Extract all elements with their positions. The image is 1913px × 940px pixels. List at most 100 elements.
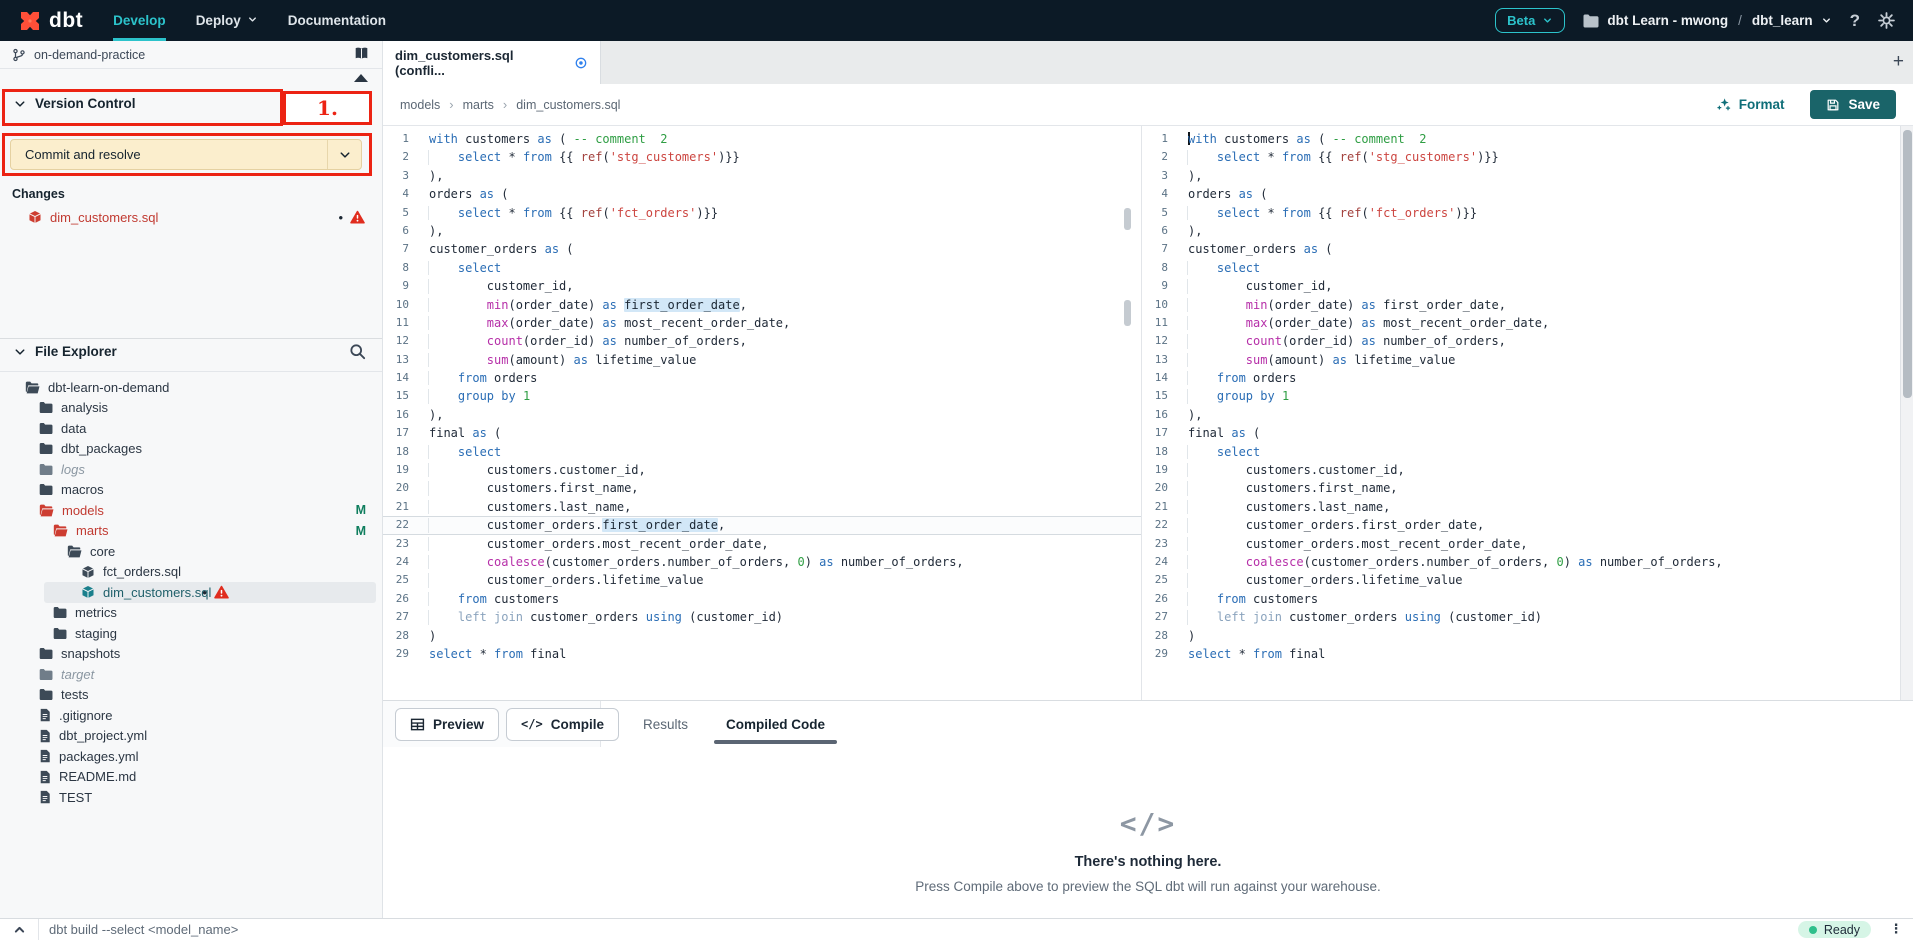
code-line-26[interactable]: 26 from customers [383, 590, 1141, 608]
code-line-29[interactable]: 29select * from final [383, 645, 1141, 663]
panel-tab-compiled-code[interactable]: Compiled Code [726, 701, 825, 747]
tree-item-macros[interactable]: macros [0, 480, 382, 501]
code-line-18[interactable]: 18 select [383, 443, 1141, 461]
tree-item-logs[interactable]: logs [0, 459, 382, 480]
code-line-1[interactable]: 1with customers as ( -- comment 2 [383, 130, 1141, 148]
code-line-4[interactable]: 4orders as ( [1142, 185, 1900, 203]
code-line-5[interactable]: 5 select * from {{ ref('fct_orders')}} [383, 204, 1141, 222]
nav-item-develop[interactable]: Develop [113, 0, 166, 41]
code-line-1[interactable]: 1with customers as ( -- comment 2 [1142, 130, 1900, 148]
code-line-2[interactable]: 2 select * from {{ ref('stg_customers')}… [1142, 148, 1900, 166]
code-line-11[interactable]: 11 max(order_date) as most_recent_order_… [383, 314, 1141, 332]
format-button[interactable]: Format [1716, 97, 1785, 112]
nav-item-documentation[interactable]: Documentation [288, 0, 386, 41]
code-line-12[interactable]: 12 count(order_id) as number_of_orders, [1142, 332, 1900, 350]
code-line-14[interactable]: 14 from orders [1142, 369, 1900, 387]
code-line-26[interactable]: 26 from customers [1142, 590, 1900, 608]
scrollbar-thumb[interactable] [1903, 130, 1912, 398]
search-icon[interactable] [349, 343, 366, 365]
tree-item-metrics[interactable]: metrics [0, 603, 382, 624]
expand-caret-icon[interactable] [0, 923, 38, 936]
code-line-28[interactable]: 28) [383, 627, 1141, 645]
code-line-21[interactable]: 21 customers.last_name, [1142, 498, 1900, 516]
branch-name[interactable]: on-demand-practice [34, 48, 145, 62]
code-line-7[interactable]: 7customer_orders as ( [383, 240, 1141, 258]
code-line-21[interactable]: 21 customers.last_name, [383, 498, 1141, 516]
code-line-13[interactable]: 13 sum(amount) as lifetime_value [1142, 351, 1900, 369]
save-button[interactable]: Save [1810, 90, 1896, 119]
changed-file-row[interactable]: dim_customers.sql• [0, 206, 382, 228]
code-line-27[interactable]: 27 left join customer_orders using (cust… [383, 608, 1141, 626]
settings-gear-icon[interactable] [1878, 12, 1895, 29]
command-input[interactable]: dbt build --select <model_name> [39, 922, 1798, 937]
code-line-24[interactable]: 24 coalesce(customer_orders.number_of_or… [383, 553, 1141, 571]
code-line-28[interactable]: 28) [1142, 627, 1900, 645]
tree-item-target[interactable]: target [0, 664, 382, 685]
breadcrumb-item[interactable]: dim_customers.sql [516, 98, 620, 112]
docs-book-icon[interactable] [353, 46, 370, 64]
editor-vertical-scrollbar[interactable] [1900, 126, 1913, 700]
tree-item-tests[interactable]: tests [0, 685, 382, 706]
code-line-24[interactable]: 24 coalesce(customer_orders.number_of_or… [1142, 553, 1900, 571]
help-icon[interactable]: ? [1850, 11, 1860, 31]
tree-item-analysis[interactable]: analysis [0, 398, 382, 419]
code-line-10[interactable]: 10 min(order_date) as first_order_date, [1142, 296, 1900, 314]
tree-item-dbt-project-yml[interactable]: dbt_project.yml [0, 726, 382, 747]
code-line-15[interactable]: 15 group by 1 [383, 387, 1141, 405]
code-line-20[interactable]: 20 customers.first_name, [383, 479, 1141, 497]
code-line-18[interactable]: 18 select [1142, 443, 1900, 461]
code-line-13[interactable]: 13 sum(amount) as lifetime_value [383, 351, 1141, 369]
code-line-29[interactable]: 29select * from final [1142, 645, 1900, 663]
tree-item-snapshots[interactable]: snapshots [0, 644, 382, 665]
code-line-20[interactable]: 20 customers.first_name, [1142, 479, 1900, 497]
code-line-6[interactable]: 6), [383, 222, 1141, 240]
tree-item-packages-yml[interactable]: packages.yml [0, 746, 382, 767]
code-line-3[interactable]: 3), [383, 167, 1141, 185]
tree-item-marts[interactable]: martsM [0, 521, 382, 542]
code-line-16[interactable]: 16), [1142, 406, 1900, 424]
code-pane-right[interactable]: 1with customers as ( -- comment 22 selec… [1141, 126, 1900, 700]
commit-and-resolve-button[interactable]: Commit and resolve [10, 139, 362, 170]
code-line-14[interactable]: 14 from orders [383, 369, 1141, 387]
code-line-6[interactable]: 6), [1142, 222, 1900, 240]
tree-item-test[interactable]: TEST [0, 787, 382, 808]
breadcrumb-item[interactable]: marts [463, 98, 494, 112]
code-line-23[interactable]: 23 customer_orders.most_recent_order_dat… [1142, 535, 1900, 553]
tree-item-data[interactable]: data [0, 418, 382, 439]
code-line-5[interactable]: 5 select * from {{ ref('fct_orders')}} [1142, 204, 1900, 222]
code-line-10[interactable]: 10 min(order_date) as first_order_date, [383, 296, 1141, 314]
code-line-19[interactable]: 19 customers.customer_id, [1142, 461, 1900, 479]
commit-dropdown-toggle[interactable] [327, 140, 361, 169]
code-line-15[interactable]: 15 group by 1 [1142, 387, 1900, 405]
code-line-17[interactable]: 17final as ( [383, 424, 1141, 442]
code-line-16[interactable]: 16), [383, 406, 1141, 424]
tree-item-readme-md[interactable]: README.md [0, 767, 382, 788]
code-line-8[interactable]: 8 select [1142, 259, 1900, 277]
tree-item-dbt-packages[interactable]: dbt_packages [0, 439, 382, 460]
code-line-11[interactable]: 11 max(order_date) as most_recent_order_… [1142, 314, 1900, 332]
tree-item-dbt-learn-on-demand[interactable]: dbt-learn-on-demand [0, 377, 382, 398]
code-line-27[interactable]: 27 left join customer_orders using (cust… [1142, 608, 1900, 626]
code-line-2[interactable]: 2 select * from {{ ref('stg_customers')}… [383, 148, 1141, 166]
preview-button[interactable]: Preview [395, 708, 499, 741]
kebab-menu-icon[interactable]: ⋮ [1885, 922, 1907, 937]
code-line-3[interactable]: 3), [1142, 167, 1900, 185]
beta-dropdown[interactable]: Beta [1495, 8, 1565, 33]
code-line-19[interactable]: 19 customers.customer_id, [383, 461, 1141, 479]
code-line-8[interactable]: 8 select [383, 259, 1141, 277]
breadcrumb-item[interactable]: models [400, 98, 440, 112]
code-line-22[interactable]: 22 customer_orders.first_order_date, [383, 516, 1141, 534]
dbt-logo[interactable]: dbt [18, 9, 83, 33]
account-project-switcher[interactable]: dbt Learn - mwong / dbt_learn [1583, 13, 1831, 28]
tree-item-fct-orders-sql[interactable]: fct_orders.sql [0, 562, 382, 583]
code-line-12[interactable]: 12 count(order_id) as number_of_orders, [383, 332, 1141, 350]
tree-item-models[interactable]: modelsM [0, 500, 382, 521]
code-line-4[interactable]: 4orders as ( [383, 185, 1141, 203]
code-line-7[interactable]: 7customer_orders as ( [1142, 240, 1900, 258]
code-line-23[interactable]: 23 customer_orders.most_recent_order_dat… [383, 535, 1141, 553]
scrollbar-thumb[interactable] [1124, 300, 1131, 326]
scrollbar-thumb[interactable] [1124, 208, 1131, 230]
version-control-header[interactable]: Version Control [14, 96, 136, 111]
code-pane-left[interactable]: 1with customers as ( -- comment 22 selec… [383, 126, 1141, 700]
panel-tab-results[interactable]: Results [643, 701, 688, 747]
